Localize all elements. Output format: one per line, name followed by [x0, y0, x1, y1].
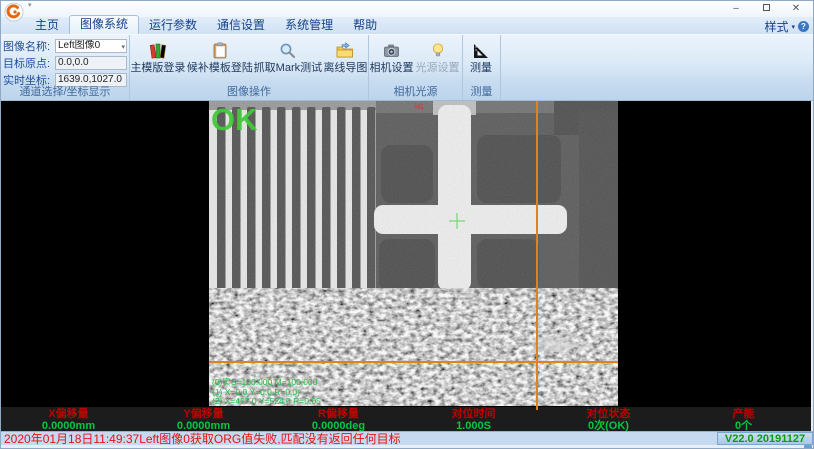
metric-label: 对位状态: [541, 408, 676, 420]
metric-label: Y偏移量: [136, 408, 271, 420]
group-label-image-ops: 图像操作: [130, 83, 368, 99]
combo-dropdown-icon: ▾: [121, 42, 125, 53]
result-ok-text: OK: [211, 102, 258, 137]
offline-image-label: 离线导图: [323, 62, 367, 75]
tab-run-params[interactable]: 运行参数: [139, 17, 207, 34]
image-name-value: Left图像0: [58, 40, 100, 51]
group-label-measure: 测量: [463, 83, 500, 99]
grab-mark-test-button[interactable]: 抓取Mark测试: [254, 37, 322, 75]
metric-x-offset: X偏移量 0.0000mm: [1, 407, 136, 431]
crosshair-vertical-line: [536, 101, 538, 410]
metrics-bar: X偏移量 0.0000mm Y偏移量 0.0000mm R偏移量 0.0000d…: [1, 406, 811, 431]
field-target-origin: 目标原点: 0.0,0.0: [3, 55, 129, 70]
bulb-icon: [428, 40, 448, 62]
group-image-operations: 主模版登录 候补模板登陆: [130, 35, 369, 100]
image-operation-buttons: 主模版登录 候补模板登陆: [130, 35, 368, 75]
overlay-marker-text: H1: [415, 104, 424, 111]
crosshair-horizontal-line: [209, 361, 618, 363]
group-label-camera-light: 相机光源: [369, 83, 462, 99]
maximize-button[interactable]: [751, 2, 781, 16]
resize-grip[interactable]: [804, 445, 812, 449]
light-settings-button: 光源设置: [415, 37, 460, 75]
group-measure: 测量 测量: [463, 35, 501, 100]
metric-label: R偏移量: [271, 408, 406, 420]
grab-mark-test-label: 抓取Mark测试: [254, 62, 322, 75]
ribbon-toolbar: 图像名称: Left图像0 ▾ 目标原点: 0.0,0.0 实时坐标: 1639…: [1, 34, 814, 101]
books-icon: [148, 40, 168, 62]
folder-export-icon: [335, 40, 355, 62]
image-name-combobox[interactable]: Left图像0 ▾: [55, 39, 127, 53]
close-button[interactable]: ✕: [781, 2, 811, 16]
metric-label: 产能: [676, 408, 811, 420]
main-template-login-label: 主模版登录: [130, 62, 185, 75]
measure-button[interactable]: 测量: [463, 37, 499, 75]
tab-help[interactable]: 帮助: [343, 17, 387, 34]
magnifier-icon: [278, 40, 298, 62]
style-menu-label: 样式: [764, 18, 788, 35]
backup-template-login-button[interactable]: 候补模板登陆: [187, 37, 253, 75]
measure-label: 测量: [470, 62, 492, 75]
maximize-icon: [763, 4, 770, 11]
overlay-info-line-3: (2) X=457.0 Y=524.0 R=0.05: [212, 396, 321, 406]
metric-label: X偏移量: [1, 408, 136, 420]
group-channel-coords: 图像名称: Left图像0 ▾ 目标原点: 0.0,0.0 实时坐标: 1639…: [1, 35, 130, 100]
style-dropdown-icon: ▾: [791, 23, 795, 31]
camera-settings-label: 相机设置: [370, 62, 414, 75]
overlay-info-line-1: (0)实S=100.000 M=100.000: [212, 377, 318, 387]
group-camera-light: 相机设置 光源设置 相机光源: [369, 35, 463, 100]
app-logo-icon[interactable]: [4, 2, 24, 22]
light-settings-label: 光源设置: [416, 62, 460, 75]
image-name-label: 图像名称:: [3, 38, 55, 54]
backup-template-login-label: 候补模板登陆: [187, 62, 253, 75]
metric-y-offset: Y偏移量 0.0000mm: [136, 407, 271, 431]
metric-r-offset: R偏移量 0.0000deg: [271, 407, 406, 431]
main-template-login-button[interactable]: 主模版登录: [130, 37, 186, 75]
image-viewport: OK H1 (0)实S=100.000 M=100.000 (1) X=0.0 …: [1, 101, 814, 431]
ruler-triangle-icon: [471, 40, 491, 62]
quick-access-dropdown-icon[interactable]: ▾: [28, 1, 32, 9]
help-icon[interactable]: ?: [798, 21, 809, 32]
application-window: ▾ – ✕ 主页 图像系统 运行参数 通信设置 系统管理 帮助 样式 ▾ ?: [0, 0, 814, 449]
target-origin-value: 0.0,0.0: [55, 56, 127, 70]
tab-image-system[interactable]: 图像系统: [69, 15, 139, 34]
tab-comm-settings[interactable]: 通信设置: [207, 17, 275, 34]
menu-tabs: 主页 图像系统 运行参数 通信设置 系统管理 帮助: [25, 17, 387, 34]
offline-image-button[interactable]: 离线导图: [323, 37, 368, 75]
camera-settings-button[interactable]: 相机设置: [369, 37, 414, 75]
metric-align-status: 对位状态 0次(OK): [541, 407, 676, 431]
metric-label: 对位时间: [406, 408, 541, 420]
style-menu-button[interactable]: 样式 ▾ ?: [764, 18, 809, 35]
tab-system-mgmt[interactable]: 系统管理: [275, 17, 343, 34]
window-controls: – ✕: [721, 1, 811, 17]
minimize-button[interactable]: –: [721, 2, 751, 16]
clipboard-icon: [210, 40, 230, 62]
target-origin-label: 目标原点:: [3, 55, 55, 71]
measure-buttons: 测量: [463, 35, 500, 75]
group-label-channel: 通道选择/坐标显示: [1, 83, 129, 99]
field-image-name: 图像名称: Left图像0 ▾: [3, 38, 129, 53]
bottom-strip: [1, 445, 814, 449]
status-bar: 2020年01月18日11:49:37Left图像0获取ORG值失败,匹配没有返…: [1, 431, 814, 445]
camera-icon: [382, 40, 402, 62]
version-badge: V22.0 20191127: [717, 432, 813, 445]
metric-throughput: 产能 0个: [676, 407, 811, 431]
tab-home[interactable]: 主页: [25, 17, 69, 34]
metric-align-time: 对位时间 1.000S: [406, 407, 541, 431]
menu-bar: 主页 图像系统 运行参数 通信设置 系统管理 帮助 样式 ▾ ?: [1, 17, 814, 34]
camera-light-buttons: 相机设置 光源设置: [369, 35, 462, 75]
coordinate-fields: 图像名称: Left图像0 ▾ 目标原点: 0.0,0.0 实时坐标: 1639…: [1, 35, 129, 87]
